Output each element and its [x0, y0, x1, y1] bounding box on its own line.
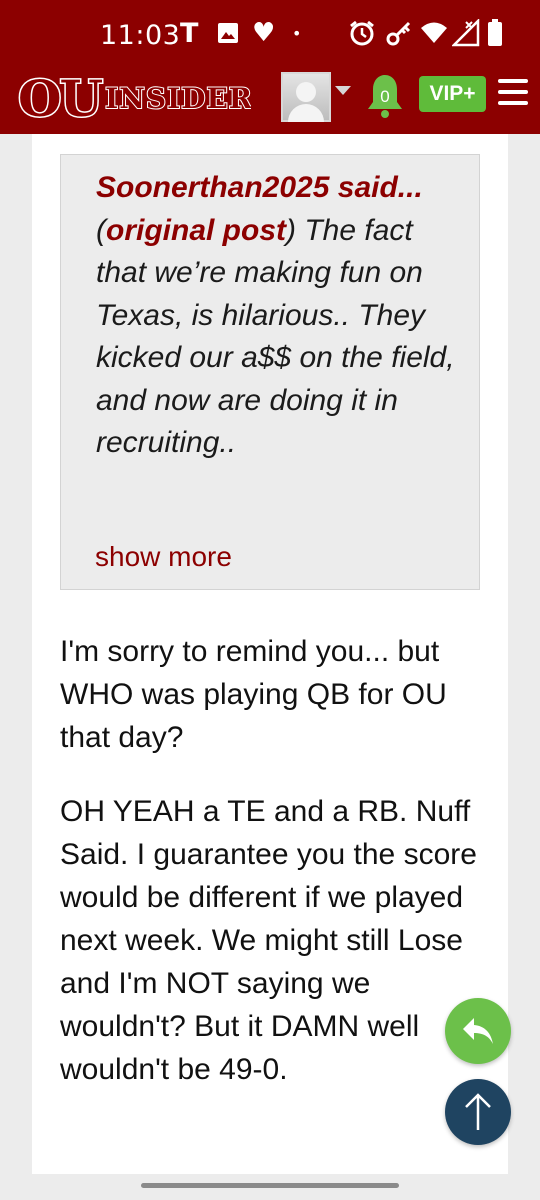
wifi-icon — [420, 18, 448, 48]
quote-content: Soonerthan2025 said... (original post) T… — [96, 167, 466, 465]
top-bar: 11:03 T ♥ • OU INSIDER 0 VIP+ — [0, 0, 540, 134]
scroll-to-top-button[interactable] — [445, 1079, 511, 1145]
avatar[interactable] — [281, 72, 331, 122]
battery-icon — [487, 18, 503, 48]
reply-icon — [463, 1018, 493, 1044]
notification-count: 0 — [380, 87, 389, 106]
avatar-body-shape — [288, 104, 324, 122]
post-paragraph: OH YEAH a TE and a RB. Nuff Said. I guar… — [60, 795, 477, 1086]
quote-open-paren: ( — [96, 213, 106, 247]
t-mobile-icon: T — [180, 17, 199, 49]
quoted-post: Soonerthan2025 said... (original post) T… — [60, 154, 480, 590]
status-time: 11:03 — [100, 20, 181, 51]
menu-icon[interactable] — [498, 79, 528, 107]
signal-icon — [452, 18, 480, 48]
chevron-down-icon[interactable] — [335, 86, 351, 95]
notification-bell-icon[interactable]: 0 — [365, 72, 405, 120]
site-header: OU INSIDER 0 VIP+ — [0, 64, 540, 134]
original-post-link[interactable]: original post — [106, 214, 286, 247]
arrow-up-icon — [465, 1093, 491, 1130]
gesture-nav-bar[interactable] — [141, 1183, 399, 1188]
quote-text: The fact that we’re making fun on Texas,… — [96, 213, 455, 460]
logo-ou-text: OU — [16, 67, 104, 129]
quote-author-link[interactable]: Soonerthan2025 — [96, 171, 329, 204]
logo-insider-text: INSIDER — [105, 81, 252, 115]
status-bar: 11:03 T ♥ • — [0, 0, 540, 64]
dot-icon: • — [292, 23, 302, 43]
post-paragraph: I'm sorry to remind you... but WHO was p… — [60, 635, 447, 754]
avatar-head-shape — [296, 82, 316, 102]
quote-close-paren: ) — [286, 213, 296, 247]
show-more-link[interactable]: show more — [95, 541, 232, 573]
quote-said-label: said... — [337, 171, 423, 204]
image-icon — [215, 18, 241, 48]
reply-button[interactable] — [445, 998, 511, 1064]
key-icon — [385, 18, 413, 48]
post-body: Soonerthan2025 said... (original post) T… — [32, 134, 508, 1174]
heart-icon: ♥ — [252, 18, 276, 48]
alarm-icon — [348, 18, 376, 48]
vip-button[interactable]: VIP+ — [419, 76, 486, 112]
site-logo[interactable]: OU INSIDER — [16, 67, 268, 129]
